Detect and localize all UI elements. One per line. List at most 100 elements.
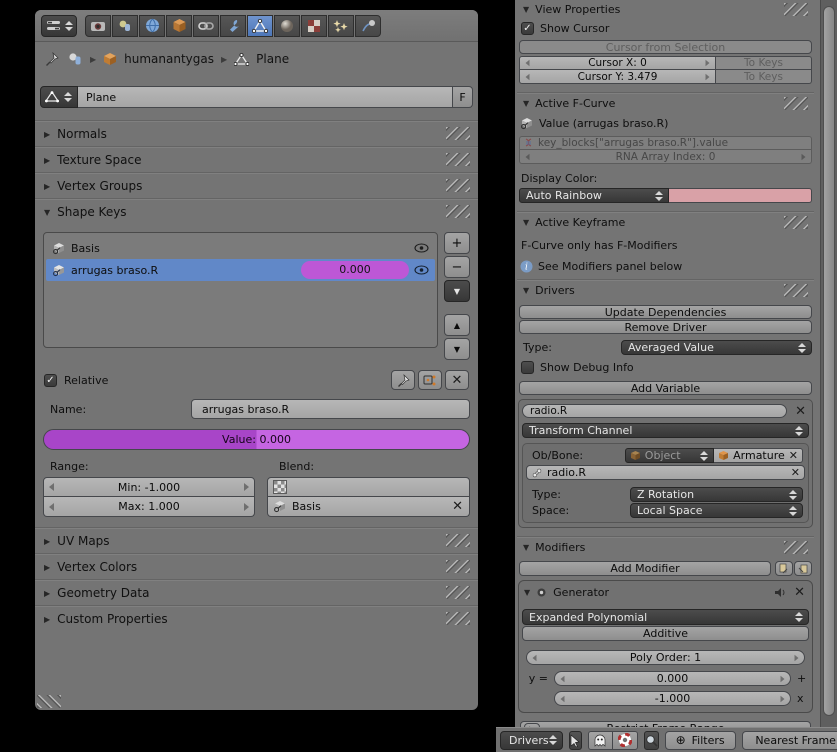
relative-checkbox[interactable]: ✓ (44, 373, 57, 387)
eye-icon[interactable] (414, 265, 429, 275)
blend-relative-key-field[interactable]: Basis ✕ (267, 497, 470, 517)
tab-constraints[interactable] (193, 14, 219, 37)
panel-grip[interactable] (446, 179, 470, 192)
panel-modifiers[interactable]: ▼ Modifiers (517, 538, 814, 556)
tab-world[interactable] (139, 14, 165, 37)
panel-grip[interactable] (784, 541, 808, 554)
driver-type-dropdown[interactable]: Averaged Value (621, 340, 812, 355)
fcurve-color-swatch[interactable] (669, 188, 812, 203)
panel-grip[interactable] (446, 560, 470, 573)
range-min-field[interactable]: Min: -1.000 (43, 477, 255, 497)
panel-grip[interactable] (446, 586, 470, 599)
clear-relative-key-icon[interactable]: ✕ (452, 500, 463, 513)
tab-particles[interactable] (328, 14, 354, 37)
shape-key-value-main-slider[interactable]: Value: 0.000 (43, 429, 470, 450)
auto-snap-dropdown[interactable]: Nearest Frame (741, 730, 837, 750)
clear-bone-icon[interactable]: ✕ (791, 467, 800, 478)
panel-vertex-groups[interactable]: ▶ Vertex Groups (35, 174, 478, 198)
eye-icon[interactable] (414, 243, 429, 253)
coefficient-0-field[interactable]: 0.000 (554, 671, 791, 686)
target-armature-field[interactable]: Armature ✕ (714, 448, 803, 463)
panel-active-keyframe[interactable]: ▼ Active Keyframe (517, 213, 814, 231)
collapse-modifier-icon[interactable]: ▼ (524, 588, 530, 597)
space-dropdown[interactable]: Local Space (630, 503, 803, 518)
variable-type-dropdown[interactable]: Transform Channel (522, 423, 809, 438)
generator-mode-dropdown[interactable]: Expanded Polynomial (522, 609, 809, 625)
delete-modifier-icon[interactable]: ✕ (794, 586, 805, 599)
shape-key-row-active[interactable]: arrugas braso.R 0.000 (46, 259, 435, 281)
filters-button[interactable]: ⊕ Filters (664, 730, 736, 750)
panel-uv-maps[interactable]: ▶ UV Maps (35, 529, 478, 553)
shape-key-row-basis[interactable]: Basis (46, 237, 435, 259)
panel-grip[interactable] (784, 216, 808, 229)
move-shape-key-up-button[interactable]: ▲ (444, 314, 470, 336)
to-keys-y-button[interactable]: To Keys (716, 70, 812, 84)
show-debug-info-checkbox[interactable] (521, 361, 534, 374)
search-filter-toggle[interactable] (643, 730, 659, 750)
panel-texture-space[interactable]: ▶ Texture Space (35, 148, 478, 172)
shape-key-specials-menu[interactable]: ▼ (444, 280, 470, 302)
show-hidden-toggle[interactable] (587, 730, 613, 750)
shape-key-edit-mode-button[interactable] (418, 370, 442, 390)
tab-physics[interactable] (355, 14, 381, 37)
add-shape-key-button[interactable]: + (444, 232, 470, 254)
tab-object-data[interactable] (247, 14, 273, 37)
panel-view-properties[interactable]: ▼ View Properties (517, 0, 814, 18)
poly-order-field[interactable]: Poly Order: 1 (526, 650, 805, 665)
fake-user-button[interactable]: F (453, 86, 473, 108)
area-corner-grip[interactable] (37, 695, 61, 708)
panel-grip[interactable] (446, 153, 470, 166)
panel-active-fcurve[interactable]: ▼ Active F-Curve (517, 94, 814, 112)
panel-shape-keys[interactable]: ▼ Shape Keys (35, 200, 478, 224)
datablock-name-input[interactable]: Plane (78, 86, 453, 108)
range-max-field[interactable]: Max: 1.000 (43, 497, 255, 517)
objects-icon[interactable] (67, 52, 83, 66)
scrollbar-thumb[interactable] (823, 6, 835, 716)
tab-material[interactable] (274, 14, 300, 37)
tab-render[interactable] (85, 14, 111, 37)
remove-driver-button[interactable]: Remove Driver (519, 320, 812, 334)
cursor-x-field[interactable]: Cursor X: 0 (519, 56, 716, 70)
panel-grip[interactable] (446, 612, 470, 625)
clear-shape-keys-button[interactable]: ✕ (445, 370, 469, 390)
editor-mode-dropdown[interactable]: Drivers (500, 730, 563, 750)
panel-grip[interactable] (446, 534, 470, 547)
color-mode-dropdown[interactable]: Auto Rainbow (519, 188, 669, 203)
to-keys-x-button[interactable]: To Keys (716, 56, 812, 70)
sidebar-scrollbar[interactable] (820, 0, 837, 727)
shape-key-name-input[interactable]: arrugas braso.R (191, 399, 470, 419)
move-shape-key-down-button[interactable]: ▼ (444, 338, 470, 360)
add-variable-button[interactable]: Add Variable (519, 381, 812, 395)
panel-grip[interactable] (446, 205, 470, 218)
pin-shape-key-button[interactable] (391, 370, 415, 390)
tab-texture[interactable] (301, 14, 327, 37)
additive-toggle[interactable]: Additive (522, 626, 809, 641)
panel-grip[interactable] (784, 97, 808, 110)
shape-key-value-slider[interactable]: 0.000 (301, 261, 409, 279)
tab-modifiers[interactable] (220, 14, 246, 37)
panel-drivers[interactable]: ▼ Drivers (517, 281, 814, 299)
coefficient-1-field[interactable]: -1.000 (554, 691, 791, 706)
only-selected-toggle[interactable] (568, 730, 582, 750)
target-bone-field[interactable]: radio.R ✕ (526, 465, 805, 480)
remove-shape-key-button[interactable]: − (444, 256, 470, 278)
editor-type-dropdown[interactable] (41, 14, 77, 37)
tab-scene[interactable] (112, 14, 138, 37)
paste-modifiers-button[interactable] (794, 561, 812, 576)
panel-grip[interactable] (784, 284, 808, 297)
clear-object-icon[interactable]: ✕ (789, 450, 798, 461)
panel-vertex-colors[interactable]: ▶ Vertex Colors (35, 555, 478, 579)
panel-grip[interactable] (446, 127, 470, 140)
delete-variable-icon[interactable]: ✕ (795, 405, 806, 418)
cursor-y-field[interactable]: Cursor Y: 3.479 (519, 70, 716, 84)
target-object-dropdown[interactable]: Object (624, 448, 715, 463)
modifier-enable-dot[interactable] (537, 588, 546, 597)
mute-speaker-icon[interactable] (774, 587, 787, 598)
shape-key-list[interactable]: Basis arrugas braso.R 0.000 (43, 232, 438, 348)
show-cursor-checkbox[interactable]: ✓ (521, 22, 534, 35)
pin-icon[interactable] (45, 51, 60, 67)
add-modifier-button[interactable]: Add Modifier (519, 561, 771, 576)
breadcrumb-data-name[interactable]: Plane (256, 52, 289, 66)
tab-object[interactable] (166, 14, 192, 37)
channel-type-dropdown[interactable]: Z Rotation (630, 487, 803, 502)
